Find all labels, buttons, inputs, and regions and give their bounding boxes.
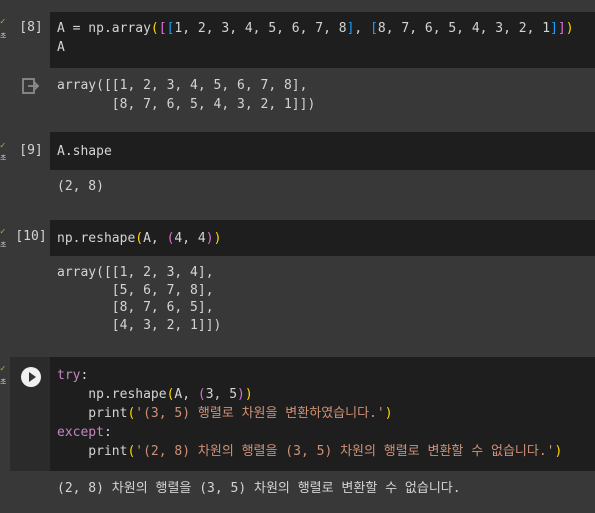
output-line: array([[1, 2, 3, 4], [57, 265, 214, 280]
code-block: try: np.reshape(A, (3, 5)) print('(3, 5)… [57, 368, 563, 459]
output-line: [8, 7, 6, 5, 4, 3, 2, 1]]) [57, 97, 316, 112]
code-editor[interactable]: np.reshape(A, (4, 4)) [50, 220, 595, 256]
execution-count: [9] [19, 143, 43, 158]
code-line: np.reshape(A, (4, 4)) [57, 231, 222, 246]
code-editor[interactable]: A.shape [50, 132, 595, 170]
code-line: A.shape [57, 144, 112, 159]
code-cell[interactable]: ✓ 초 [9] A.shape (2, 8) [0, 132, 595, 204]
cell-output: array([[1, 2, 3, 4, 5, 6, 7, 8], [8, 7, … [0, 72, 595, 122]
output-line: (2, 8) [57, 179, 104, 194]
output-text: array([[1, 2, 3, 4], [5, 6, 7, 8], [8, 7… [57, 264, 221, 334]
code-line: A = np.array([[1, 2, 3, 4, 5, 6, 7, 8], … [57, 21, 574, 55]
exec-time-label: 초 [0, 32, 7, 40]
check-icon: ✓ [0, 141, 6, 151]
cell-output: (2, 8) 차원의 행렬을 (3, 5) 차원의 행렬로 변환할 수 없습니다… [0, 471, 595, 513]
output-line: [4, 3, 2, 1]]) [57, 317, 222, 333]
play-icon[interactable] [21, 367, 41, 387]
output-line: [8, 7, 6, 5], [57, 300, 214, 315]
check-icon: ✓ [0, 364, 6, 374]
check-icon: ✓ [0, 227, 6, 237]
code-editor[interactable]: A = np.array([[1, 2, 3, 4, 5, 6, 7, 8], … [50, 12, 595, 68]
exec-time-label: 초 [0, 241, 7, 249]
code-editor[interactable]: try: np.reshape(A, (3, 5)) print('(3, 5)… [50, 357, 595, 471]
output-text: array([[1, 2, 3, 4, 5, 6, 7, 8], [8, 7, … [57, 76, 315, 114]
code-cell-active[interactable]: ✓ 초 try: np.reshape(A, (3, 5)) print('(3… [0, 357, 595, 513]
output-line: array([[1, 2, 3, 4, 5, 6, 7, 8], [57, 78, 308, 93]
cell-output: array([[1, 2, 3, 4], [5, 6, 7, 8], [8, 7… [0, 262, 595, 350]
execution-count: [10] [15, 229, 47, 244]
code-cell[interactable]: ✓ 초 [10] np.reshape(A, (4, 4)) array([[1… [0, 220, 595, 350]
exec-time-label: 초 [0, 378, 7, 386]
exec-time-label: 초 [0, 154, 7, 162]
output-redirect-icon[interactable] [22, 78, 40, 94]
check-icon: ✓ [0, 17, 6, 27]
code-cell[interactable]: ✓ 초 [8] A = np.array([[1, 2, 3, 4, 5, 6,… [0, 12, 595, 122]
output-line: [5, 6, 7, 8], [57, 282, 214, 298]
output-line: (2, 8) 차원의 행렬을 (3, 5) 차원의 행렬로 변환할 수 없습니다… [57, 481, 461, 496]
cell-output: (2, 8) [0, 172, 595, 204]
execution-count: [8] [19, 20, 43, 35]
